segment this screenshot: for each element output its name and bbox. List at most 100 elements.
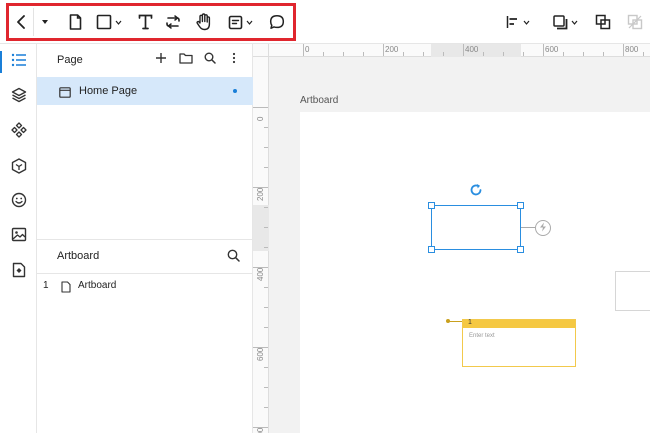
ruler-tick: [423, 52, 424, 56]
note-pointer: [447, 321, 462, 322]
hand-tool-button[interactable]: [193, 8, 213, 36]
resize-handle-top-right[interactable]: [517, 202, 524, 209]
left-icon-rail: [0, 44, 37, 433]
app-window: Page Home Page Artboard 1 Artboard 0 200…: [0, 0, 650, 433]
group-button[interactable]: [594, 8, 612, 36]
ruler-label: 800: [256, 428, 265, 433]
ruler-tick: [264, 327, 268, 328]
text-tool-button[interactable]: [136, 8, 154, 36]
image-icon: [11, 227, 27, 247]
resize-handle-bottom-right[interactable]: [517, 246, 524, 253]
chevron-down-icon: [115, 20, 122, 25]
ruler-label: 0: [305, 45, 310, 54]
comment-tool-button[interactable]: [268, 8, 286, 36]
ruler-tick: [264, 147, 268, 148]
align-icon: [506, 15, 520, 29]
add-page-button[interactable]: [154, 53, 168, 67]
ruler-tick: [253, 107, 268, 108]
page-icon: [69, 14, 82, 30]
design-canvas[interactable]: 0 200 400 600 800 0 200 400 600 800 Artb…: [253, 44, 650, 433]
align-button[interactable]: [503, 8, 533, 36]
page-item-label: Home Page: [79, 85, 138, 97]
ruler-tick: [483, 52, 484, 56]
shape-tool-button[interactable]: [93, 8, 125, 36]
search-icon: [204, 51, 216, 69]
lightning-icon: [538, 219, 548, 237]
back-menu-button[interactable]: [33, 8, 55, 36]
horizontal-ruler: 0 200 400 600 800: [269, 44, 650, 57]
ruler-corner: [253, 44, 269, 57]
more-vertical-icon: [232, 51, 236, 69]
top-toolbar: [0, 0, 650, 44]
connector-icon: [165, 14, 181, 30]
ruler-tick: [443, 52, 444, 56]
plus-icon: [155, 51, 167, 69]
ruler-tick: [543, 44, 544, 56]
ruler-tick: [253, 347, 268, 348]
artboard-section-title: Artboard: [57, 250, 100, 262]
artboard[interactable]: [300, 112, 650, 433]
resize-handle-top-left[interactable]: [428, 202, 435, 209]
note-text-placeholder[interactable]: Enter text: [469, 333, 495, 339]
ruler-tick: [264, 207, 268, 208]
dropdown-caret-icon: [41, 19, 49, 25]
artboard-section-header: Artboard: [37, 242, 253, 270]
ruler-tick: [264, 247, 268, 248]
folder-icon: [179, 51, 193, 69]
ruler-tick: [264, 287, 268, 288]
artboard-page-icon: [61, 280, 71, 298]
rail-layers-button[interactable]: [0, 82, 37, 112]
ruler-label: 200: [385, 45, 399, 54]
ruler-tick: [503, 52, 504, 56]
interaction-button[interactable]: [535, 220, 551, 236]
arrange-button[interactable]: [550, 8, 580, 36]
ruler-tick: [264, 367, 268, 368]
rail-image-button[interactable]: [0, 222, 37, 252]
rail-shapes-button[interactable]: [0, 153, 37, 183]
note-tool-button[interactable]: [224, 8, 256, 36]
rotate-icon: [469, 184, 483, 201]
ungroup-button[interactable]: [626, 8, 644, 36]
shapes-icon: [11, 157, 27, 179]
artboard-label[interactable]: Artboard: [300, 95, 338, 106]
chevron-down-icon: [571, 20, 578, 25]
note-number: 1: [468, 319, 472, 326]
note-icon: [228, 15, 243, 30]
ruler-tick: [343, 52, 344, 56]
page-item-home-page[interactable]: Home Page: [37, 77, 253, 105]
rail-plugin-button[interactable]: [0, 257, 37, 287]
add-folder-button[interactable]: [179, 53, 193, 67]
rail-outline-button[interactable]: [0, 47, 37, 77]
plugin-icon: [12, 262, 26, 283]
sticky-note[interactable]: 1 Enter text: [462, 319, 576, 367]
page-frame-icon: [59, 85, 71, 103]
artboard-list-item[interactable]: 1 Artboard: [37, 276, 253, 296]
comment-icon: [269, 14, 285, 30]
search-artboards-button[interactable]: [227, 249, 241, 263]
rail-emoji-button[interactable]: [0, 187, 37, 217]
page-tool-button[interactable]: [66, 8, 84, 36]
page-more-button[interactable]: [227, 51, 241, 69]
selected-rectangle[interactable]: [428, 202, 524, 253]
chevron-down-icon: [246, 20, 253, 25]
connector-tool-button[interactable]: [164, 8, 182, 36]
ruler-label: 400: [465, 45, 479, 54]
ruler-tick: [264, 307, 268, 308]
ruler-tick: [603, 52, 604, 56]
ruler-tick: [253, 427, 268, 428]
layers-icon: [11, 87, 27, 108]
group-icon: [595, 14, 611, 30]
text-icon: [138, 14, 153, 30]
rotate-handle[interactable]: [469, 183, 483, 197]
emoji-icon: [11, 192, 27, 213]
page-section-title: Page: [57, 54, 83, 66]
back-button[interactable]: [13, 8, 29, 36]
outline-icon: [11, 53, 27, 72]
ruler-tick: [643, 52, 644, 56]
resize-handle-bottom-left[interactable]: [428, 246, 435, 253]
partial-shape[interactable]: [615, 271, 650, 311]
search-pages-button[interactable]: [203, 51, 217, 69]
ruler-label: 800: [625, 45, 639, 54]
rail-components-button[interactable]: [0, 117, 37, 147]
ungroup-icon: [627, 14, 643, 30]
